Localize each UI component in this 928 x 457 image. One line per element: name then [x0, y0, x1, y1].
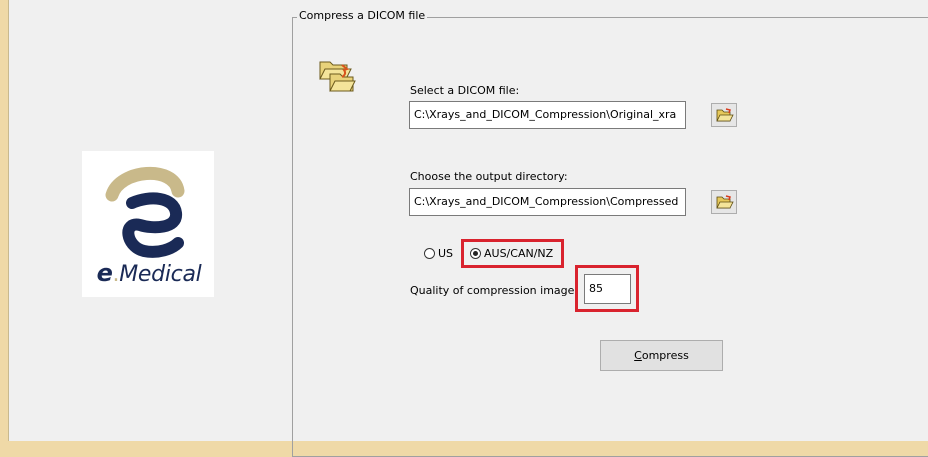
- region-highlight-box: [461, 239, 564, 268]
- output-dir-label: Choose the output directory:: [410, 170, 568, 183]
- radio-us-circle: [424, 248, 435, 259]
- browse-dicom-button[interactable]: [711, 103, 737, 127]
- quality-label: Quality of compression image:: [410, 284, 579, 297]
- logo-wordmark: e.Medical: [84, 259, 214, 287]
- logo-text: Medical: [119, 262, 202, 287]
- compress-button[interactable]: Compress: [600, 340, 723, 371]
- output-dir-input[interactable]: C:\Xrays_and_DICOM_Compression\Compresse…: [409, 188, 686, 216]
- groupbox-title: Compress a DICOM file: [297, 9, 428, 22]
- compress-mnemonic: C: [634, 349, 642, 362]
- radio-us[interactable]: US: [424, 247, 453, 260]
- emedical-logo-mark: [105, 166, 185, 258]
- dicom-file-label: Select a DICOM file:: [410, 84, 520, 97]
- folder-browse-icon: [716, 195, 734, 209]
- folder-browse-icon: [716, 108, 734, 122]
- compress-groupbox: [292, 17, 928, 457]
- radio-us-label: US: [438, 247, 454, 260]
- logo-e: e: [96, 259, 113, 287]
- quality-highlight-box: [575, 265, 639, 312]
- folder-open-icon: [319, 61, 356, 92]
- browse-output-button[interactable]: [711, 190, 737, 214]
- dicom-file-input[interactable]: C:\Xrays_and_DICOM_Compression\Original_…: [409, 101, 686, 129]
- compress-label-rest: ompress: [641, 349, 689, 362]
- emedical-logo: e.Medical: [82, 151, 214, 297]
